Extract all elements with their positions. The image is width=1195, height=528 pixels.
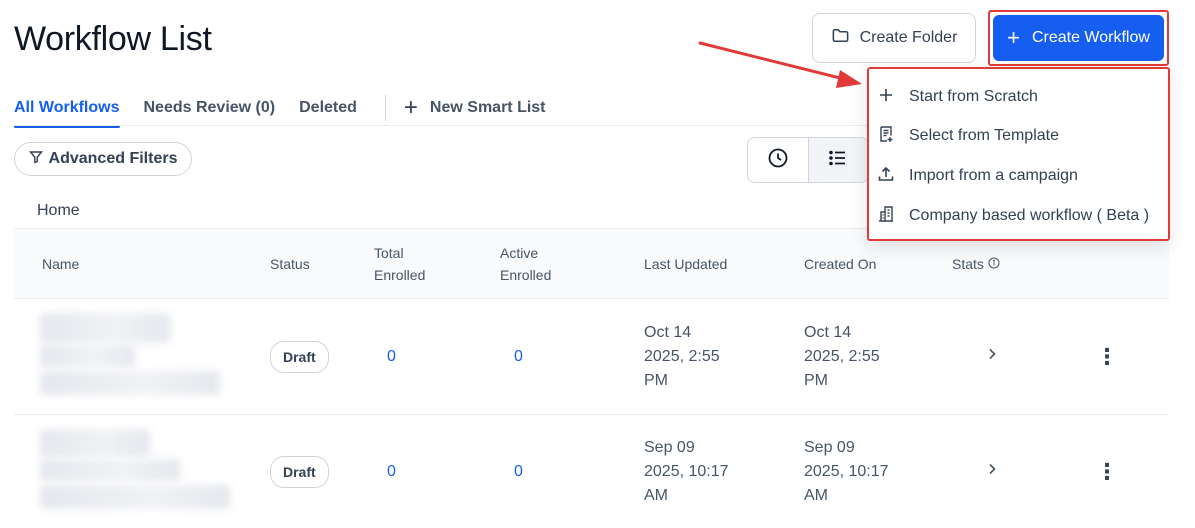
advanced-filters-button[interactable]: Advanced Filters — [14, 142, 192, 176]
chevron-right-icon — [984, 346, 1000, 367]
clock-icon — [767, 147, 789, 174]
column-active-enrolled-line1: Active — [500, 245, 539, 261]
create-workflow-dropdown: Start from Scratch Select from Template … — [867, 67, 1170, 241]
template-icon — [877, 125, 895, 148]
column-status[interactable]: Status — [270, 229, 310, 299]
breadcrumb-home[interactable]: Home — [37, 202, 80, 220]
more-options-icon[interactable]: ⋮ — [1096, 345, 1118, 368]
list-icon — [827, 147, 849, 174]
workflow-name-cell[interactable] — [14, 299, 254, 414]
column-active-enrolled[interactable]: Active Enrolled — [500, 229, 551, 299]
workflow-table: Name Status Total Enrolled Active Enroll… — [14, 228, 1169, 528]
menu-item-label: Import from a campaign — [909, 167, 1078, 184]
building-icon — [877, 205, 895, 228]
menu-item-company-based-workflow[interactable]: Company based workflow ( Beta ) — [877, 196, 1149, 236]
column-total-enrolled-line2: Enrolled — [374, 267, 426, 283]
plus-icon: + — [1007, 25, 1020, 50]
new-smart-list-label: New Smart List — [429, 99, 546, 116]
chevron-right-icon — [984, 461, 1000, 482]
status-badge: Draft — [270, 340, 329, 373]
table-row[interactable]: Draft 0 0 Oct 14 2025, 2:55 PM Oct 14 2025,… — [14, 299, 1169, 415]
page-title: Workflow List — [14, 20, 212, 58]
info-icon[interactable] — [988, 253, 1000, 275]
menu-item-start-from-scratch[interactable]: Start from Scratch — [877, 77, 1038, 117]
create-workflow-button[interactable]: + Create Workflow — [993, 15, 1164, 61]
column-active-enrolled-line2: Enrolled — [500, 267, 552, 283]
active-enrolled-link[interactable]: 0 — [514, 463, 523, 481]
stats-expand-button[interactable] — [984, 415, 1000, 528]
created-on-value: Sep 09 2025, 10:17 AM — [804, 438, 889, 504]
workflow-tabs: All Workflows Needs Review (0) Deleted +… — [14, 90, 570, 128]
plus-icon: + — [403, 94, 418, 121]
last-updated-value: Oct 14 2025, 2:55 PM — [644, 323, 720, 389]
created-on-value: Oct 14 2025, 2:55 PM — [804, 323, 880, 389]
tab-divider — [384, 95, 386, 121]
workflow-name-cell[interactable] — [14, 415, 254, 528]
tab-deleted[interactable]: Deleted — [299, 90, 357, 126]
tab-all-workflows[interactable]: All Workflows — [14, 90, 120, 128]
column-total-enrolled-line1: Total — [374, 245, 404, 261]
plus-icon — [877, 86, 895, 109]
column-created-on[interactable]: Created On — [804, 229, 876, 299]
menu-item-label: Company based workflow ( Beta ) — [909, 207, 1150, 224]
total-enrolled-link[interactable]: 0 — [387, 348, 396, 366]
menu-item-label: Start from Scratch — [909, 88, 1038, 105]
folder-icon — [831, 26, 850, 50]
table-row[interactable]: Draft 0 0 Sep 09 2025, 10:17 AM Sep 09 2025… — [14, 415, 1169, 528]
column-stats-label: Stats — [952, 256, 984, 272]
more-options-icon[interactable]: ⋮ — [1096, 460, 1118, 483]
active-enrolled-link[interactable]: 0 — [514, 348, 523, 366]
list-view-button[interactable] — [807, 138, 868, 182]
last-updated-value: Sep 09 2025, 10:17 AM — [644, 438, 729, 504]
menu-item-import-from-campaign[interactable]: Import from a campaign — [877, 156, 1078, 196]
total-enrolled-link[interactable]: 0 — [387, 463, 396, 481]
create-workflow-label: Create Workflow — [1031, 29, 1150, 46]
advanced-filters-label: Advanced Filters — [48, 150, 178, 167]
column-total-enrolled[interactable]: Total Enrolled — [374, 229, 425, 299]
tabs-divider-line — [14, 125, 869, 126]
new-smart-list-button[interactable]: + New Smart List — [404, 90, 546, 126]
status-badge: Draft — [270, 455, 329, 488]
tab-needs-review[interactable]: Needs Review (0) — [144, 90, 276, 126]
create-folder-button[interactable]: Create Folder — [812, 13, 976, 63]
menu-item-label: Select from Template — [909, 127, 1059, 144]
create-folder-label: Create Folder — [859, 29, 958, 46]
filter-icon — [28, 150, 43, 169]
view-toggle — [747, 137, 869, 183]
stats-expand-button[interactable] — [984, 299, 1000, 414]
column-last-updated[interactable]: Last Updated — [644, 229, 727, 299]
column-name[interactable]: Name — [42, 229, 79, 299]
menu-item-select-from-template[interactable]: Select from Template — [877, 116, 1059, 156]
create-workflow-highlight: + Create Workflow — [988, 10, 1169, 66]
clock-view-button[interactable] — [748, 138, 808, 182]
upload-icon — [877, 165, 895, 188]
